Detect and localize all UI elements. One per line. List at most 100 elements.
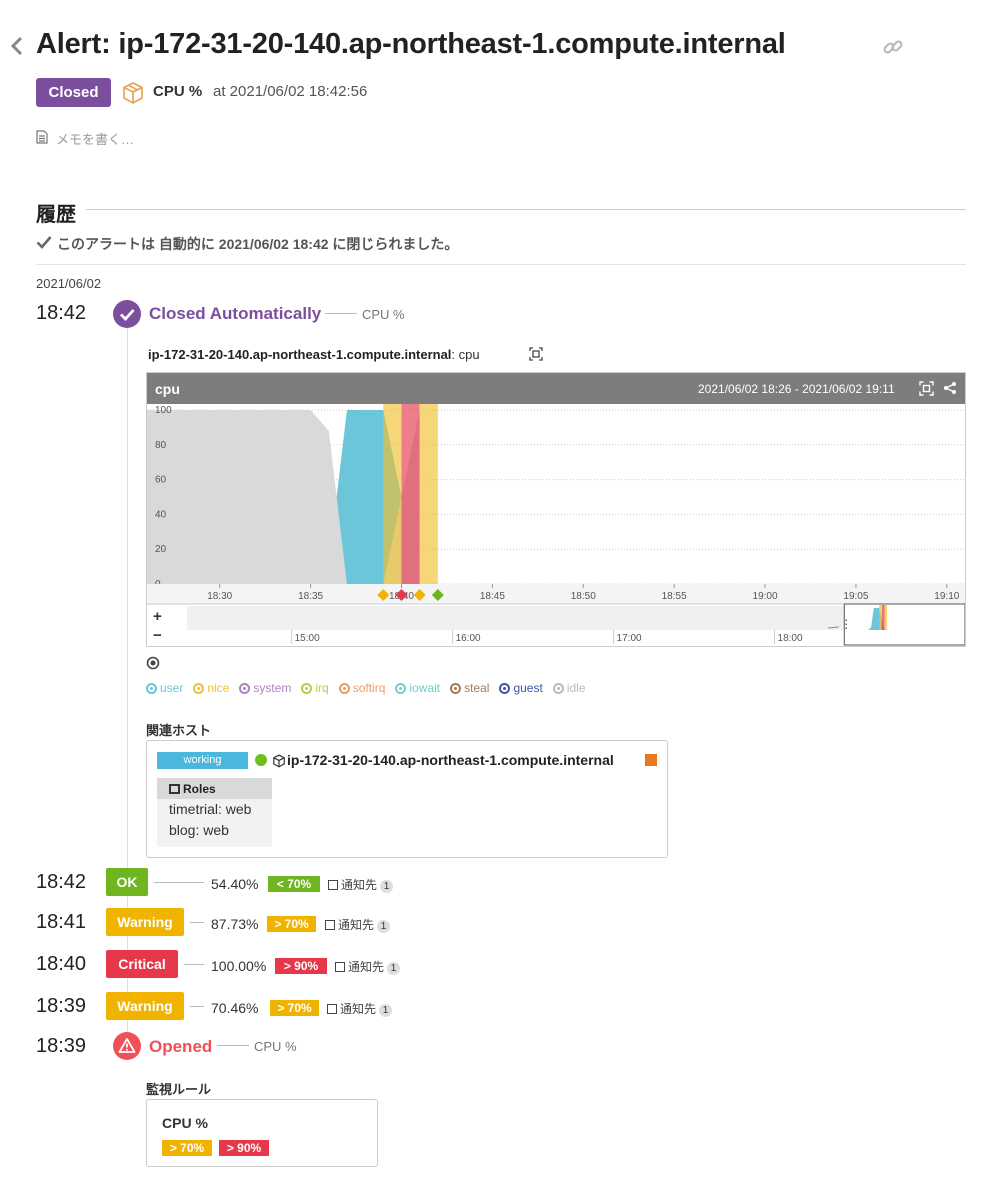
event-time: 18:41: [36, 911, 87, 933]
state-badge-ok: OK: [106, 868, 148, 896]
threshold-badge: > 90%: [275, 958, 327, 974]
legend-item-user[interactable]: user: [146, 681, 183, 695]
legend-item-softirq[interactable]: softirq: [338, 681, 385, 695]
notify-link[interactable]: 通知先 1: [325, 916, 391, 933]
history-divider-2: [36, 264, 966, 265]
graph-host-title: ip-172-31-20-140.ap-northeast-1.compute.…: [148, 347, 480, 362]
history-description: このアラートは 自動的に 2021/06/02 18:42 に閉じられました。: [57, 236, 459, 252]
alert-band-warning: [383, 404, 402, 584]
zoom-in-button[interactable]: +: [153, 608, 162, 625]
roles-icon: [169, 784, 180, 794]
y-tick-label: 20: [155, 544, 167, 555]
notify-link[interactable]: 通知先 1: [327, 1000, 393, 1017]
y-tick-label: 40: [155, 509, 167, 520]
event-time: 18:42: [36, 302, 87, 324]
back-chevron-icon[interactable]: [10, 36, 28, 58]
graph-metric-suffix: : cpu: [451, 347, 480, 362]
legend-label: guest: [513, 681, 543, 695]
legend-toggle-icon[interactable]: [146, 656, 160, 670]
overview-handle[interactable]: ⋮: [961, 617, 965, 631]
legend-item-idle[interactable]: idle: [552, 681, 586, 695]
graph-time-range: 2021/06/02 18:26 - 2021/06/02 19:11: [698, 382, 895, 396]
event-value: 87.73%: [211, 916, 259, 932]
legend-item-system[interactable]: system: [239, 681, 291, 695]
alert-band-critical: [401, 404, 420, 584]
notify-link[interactable]: 通知先 1: [335, 958, 401, 975]
history-date: 2021/06/02: [36, 276, 102, 291]
notify-icon: [328, 880, 338, 890]
opened-event-metric[interactable]: CPU %: [254, 1039, 297, 1054]
event-value: 70.46%: [211, 1000, 259, 1016]
legend-swatch: [395, 683, 407, 694]
closed-check-icon: [113, 300, 141, 328]
share-icon[interactable]: [943, 381, 957, 395]
legend-label: nice: [207, 681, 230, 695]
overview-handle[interactable]: ⋮: [840, 617, 852, 631]
x-tick-label: 19:00: [753, 591, 778, 602]
threshold-badge: > 70%: [267, 916, 316, 932]
legend-swatch: [552, 683, 564, 694]
notify-count: 1: [387, 962, 401, 975]
legend-swatch: [338, 683, 350, 694]
overview-tick-label: 15:00: [295, 633, 320, 644]
related-host-link[interactable]: ip-172-31-20-140.ap-northeast-1.compute.…: [287, 752, 614, 768]
notify-count: 1: [377, 920, 391, 933]
connector-line: [190, 922, 204, 923]
memo-icon: [36, 130, 48, 144]
x-axis-band: [147, 584, 965, 604]
x-tick-label: 18:35: [298, 591, 323, 602]
graph-host-name[interactable]: ip-172-31-20-140.ap-northeast-1.compute.…: [148, 347, 451, 362]
notify-label: 通知先: [340, 1002, 377, 1016]
overview-mini-band: [879, 605, 882, 630]
legend-item-steal[interactable]: steal: [450, 681, 489, 695]
legend-label: system: [253, 681, 292, 695]
notify-label: 通知先: [348, 960, 385, 974]
overview-selection[interactable]: [843, 603, 965, 646]
legend-item-irq[interactable]: irq: [301, 681, 329, 695]
host-status-badge: working: [157, 752, 248, 769]
closed-event-label: Closed Automatically: [149, 304, 322, 323]
closed-event-metric[interactable]: CPU %: [362, 307, 405, 322]
memo-input[interactable]: メモを書く…: [56, 129, 134, 148]
host-cube-icon: [272, 754, 286, 768]
related-hosts-heading: 関連ホスト: [146, 723, 212, 738]
legend-label: iowait: [409, 681, 441, 695]
legend-label: idle: [566, 681, 586, 695]
metric-name[interactable]: CPU %: [153, 83, 202, 100]
zoom-out-button[interactable]: −: [153, 627, 162, 644]
y-tick-label: 80: [155, 440, 167, 451]
notify-label: 通知先: [338, 918, 375, 932]
cpu-graph: cpu 2021/06/02 18:26 - 2021/06/02 19:11 …: [146, 372, 966, 647]
legend-item-iowait[interactable]: iowait: [395, 681, 440, 695]
check-icon: [36, 234, 52, 250]
legend-swatch: [193, 683, 205, 694]
critical-threshold-badge: > 90%: [219, 1140, 269, 1156]
legend-item-nice[interactable]: nice: [193, 681, 229, 695]
fullscreen-icon[interactable]: [919, 381, 934, 396]
legend-swatch: [450, 683, 462, 694]
cpu-chart-canvas[interactable]: 02040608010018:3018:3518:4018:4518:5018:…: [147, 404, 965, 646]
notify-label: 通知先: [341, 878, 378, 892]
role-item[interactable]: blog: web: [157, 820, 272, 841]
roles-header: Roles: [157, 778, 272, 799]
opened-event-label: Opened: [149, 1037, 213, 1056]
expand-icon[interactable]: [529, 347, 543, 361]
legend-label: user: [160, 681, 184, 695]
legend-label: irq: [315, 681, 329, 695]
external-link-icon[interactable]: [645, 754, 657, 766]
notify-link[interactable]: 通知先 1: [328, 876, 394, 893]
legend-swatch: [499, 683, 511, 694]
history-heading: 履歴: [36, 204, 76, 226]
permalink-icon[interactable]: [882, 36, 904, 58]
cube-icon: [121, 81, 145, 105]
legend-item-guest[interactable]: guest: [499, 681, 543, 695]
event-time: 18:40: [36, 953, 87, 975]
x-tick-label: 18:50: [571, 591, 596, 602]
host-health-dot: [255, 754, 267, 766]
role-item[interactable]: timetrial: web: [157, 799, 272, 820]
y-tick-label: 100: [155, 405, 172, 416]
monitor-rule-name: CPU %: [162, 1115, 208, 1131]
monitor-rule-card[interactable]: CPU % > 70% > 90%: [146, 1099, 378, 1167]
threshold-badge: < 70%: [268, 876, 320, 892]
x-tick-label: 19:10: [934, 591, 959, 602]
